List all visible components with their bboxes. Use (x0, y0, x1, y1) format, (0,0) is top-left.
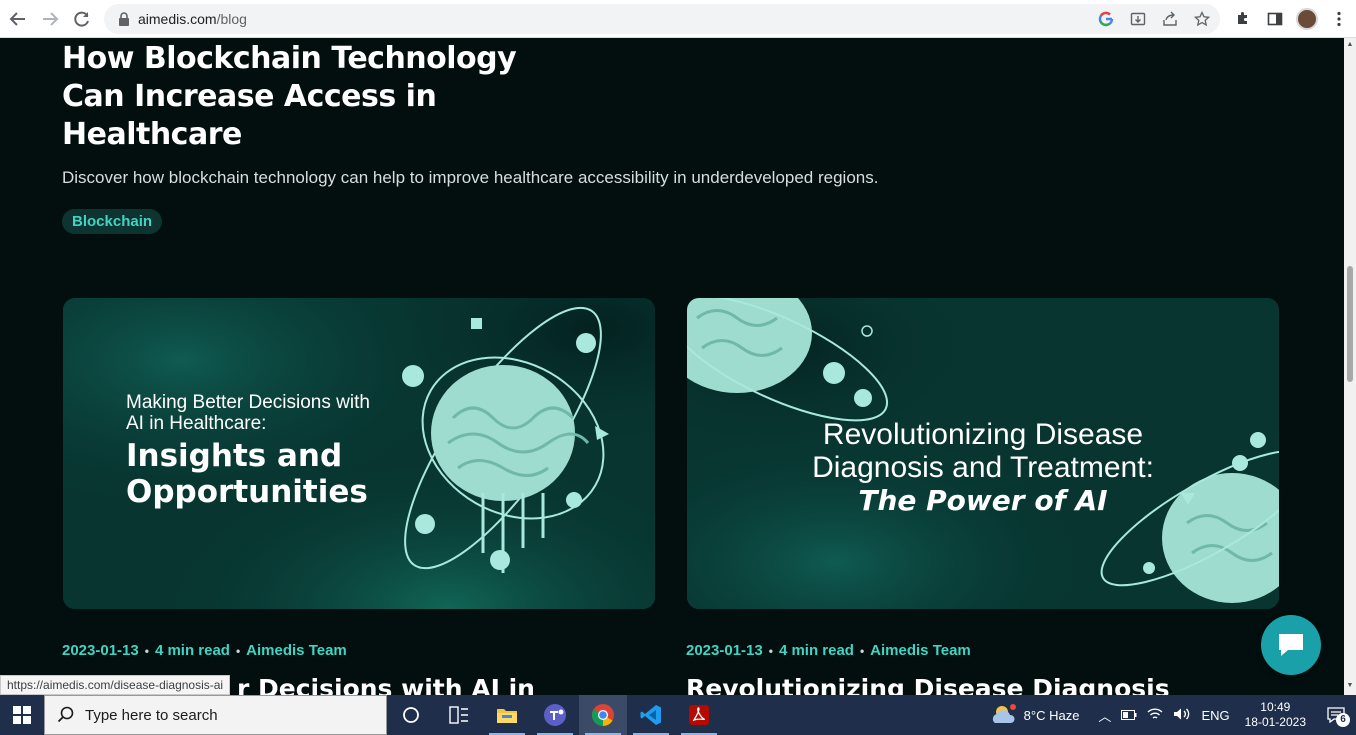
star-icon[interactable] (1190, 7, 1214, 31)
clock-time: 10:49 (1260, 700, 1291, 714)
separator-dot: • (235, 643, 241, 658)
notification-badge: 6 (1336, 713, 1350, 727)
forward-icon[interactable] (34, 3, 66, 35)
featured-post-description: Discover how blockchain technology can h… (62, 168, 879, 187)
read-time: 4 min read (154, 642, 230, 659)
post-author[interactable]: Aimedis Team (246, 642, 347, 659)
scroll-up-arrow[interactable]: ▲ (1346, 41, 1354, 49)
read-time: 4 min read (778, 642, 854, 659)
extensions-icon[interactable] (1230, 6, 1256, 32)
language-indicator[interactable]: ENG (1201, 708, 1229, 723)
post-card-title[interactable]: Revolutionizing Disease Diagnosis (686, 674, 1170, 695)
chevron-up-icon[interactable]: ︿ (1098, 706, 1111, 725)
taskbar-clock[interactable]: 10:49 18-01-2023 (1245, 700, 1306, 730)
card-image-headline: The Power of AI (858, 484, 1108, 517)
post-card-image[interactable]: Revolutionizing Disease Diagnosis and Tr… (687, 298, 1279, 609)
post-meta: 2023-01-13 • 4 min read • Aimedis Team (686, 642, 971, 659)
card-image-headline: Insights and Opportunities (126, 438, 368, 510)
sidepanel-icon[interactable] (1262, 6, 1288, 32)
card-image-subtitle: Making Better Decisions with AI in Healt… (126, 392, 370, 434)
post-date: 2023-01-13 (686, 642, 763, 659)
teams-icon[interactable] (531, 695, 579, 735)
menu-icon[interactable] (1326, 6, 1352, 32)
blog-page: How Blockchain Technology Can Increase A… (0, 38, 1344, 695)
notification-center-icon[interactable]: 6 (1316, 695, 1356, 735)
category-tag[interactable]: Blockchain (62, 209, 163, 234)
post-author[interactable]: Aimedis Team (870, 642, 971, 659)
featured-post-title[interactable]: How Blockchain Technology Can Increase A… (62, 40, 522, 154)
back-icon[interactable] (2, 3, 34, 35)
vscode-icon[interactable] (627, 695, 675, 735)
post-meta: 2023-01-13 • 4 min read • Aimedis Team (62, 642, 347, 659)
reload-icon[interactable] (66, 3, 98, 35)
battery-icon[interactable] (1121, 708, 1137, 723)
card-image-line: Revolutionizing Disease (822, 418, 1144, 451)
scroll-down-arrow[interactable]: ▼ (1346, 682, 1354, 690)
profile-avatar[interactable] (1294, 6, 1320, 32)
install-icon[interactable] (1126, 7, 1150, 31)
page-scrollbar[interactable]: ▲ ▼ (1344, 38, 1356, 695)
post-date: 2023-01-13 (62, 642, 139, 659)
address-bar[interactable]: aimedis.com/blog (104, 4, 1220, 34)
task-view-icon[interactable] (387, 695, 435, 735)
search-placeholder: Type here to search (85, 706, 218, 724)
volume-icon[interactable] (1173, 707, 1191, 724)
card-image-line: Diagnosis and Treatment: (812, 451, 1154, 484)
separator-dot: • (768, 643, 773, 658)
weather-text: 8°C Haze (1023, 707, 1080, 723)
separator-dot: • (859, 643, 865, 658)
file-explorer-icon[interactable] (483, 695, 531, 735)
search-icon (57, 706, 74, 723)
weather-cloud-icon (992, 704, 1016, 723)
browser-toolbar: aimedis.com/blog (0, 0, 1356, 38)
windows-start-icon[interactable] (0, 695, 44, 735)
clock-date: 18-01-2023 (1244, 715, 1306, 729)
separator-dot: • (144, 643, 149, 658)
chat-button[interactable] (1261, 615, 1321, 675)
wifi-icon[interactable] (1147, 707, 1163, 724)
link-preview-status: https://aimedis.com/disease-diagnosis-ai (0, 675, 231, 695)
share-icon[interactable] (1158, 7, 1182, 31)
widgets-icon[interactable] (435, 695, 483, 735)
taskbar-search-input[interactable]: Type here to search (44, 695, 387, 735)
google-icon[interactable] (1094, 7, 1118, 31)
chrome-icon[interactable] (579, 695, 627, 735)
scrollbar-thumb[interactable] (1347, 266, 1353, 382)
lock-icon[interactable] (116, 11, 132, 27)
post-card-title[interactable]: r Decisions with AI in (237, 674, 535, 695)
windows-taskbar: Type here to search 8°C Haze ︿ ENG 10:49… (0, 695, 1356, 735)
weather-widget[interactable]: 8°C Haze (990, 703, 1080, 727)
post-card-image[interactable]: Making Better Decisions with AI in Healt… (63, 298, 655, 609)
chat-bubble-icon (1279, 634, 1303, 656)
acrobat-icon[interactable] (675, 695, 723, 735)
url-text: aimedis.com/blog (138, 11, 247, 27)
